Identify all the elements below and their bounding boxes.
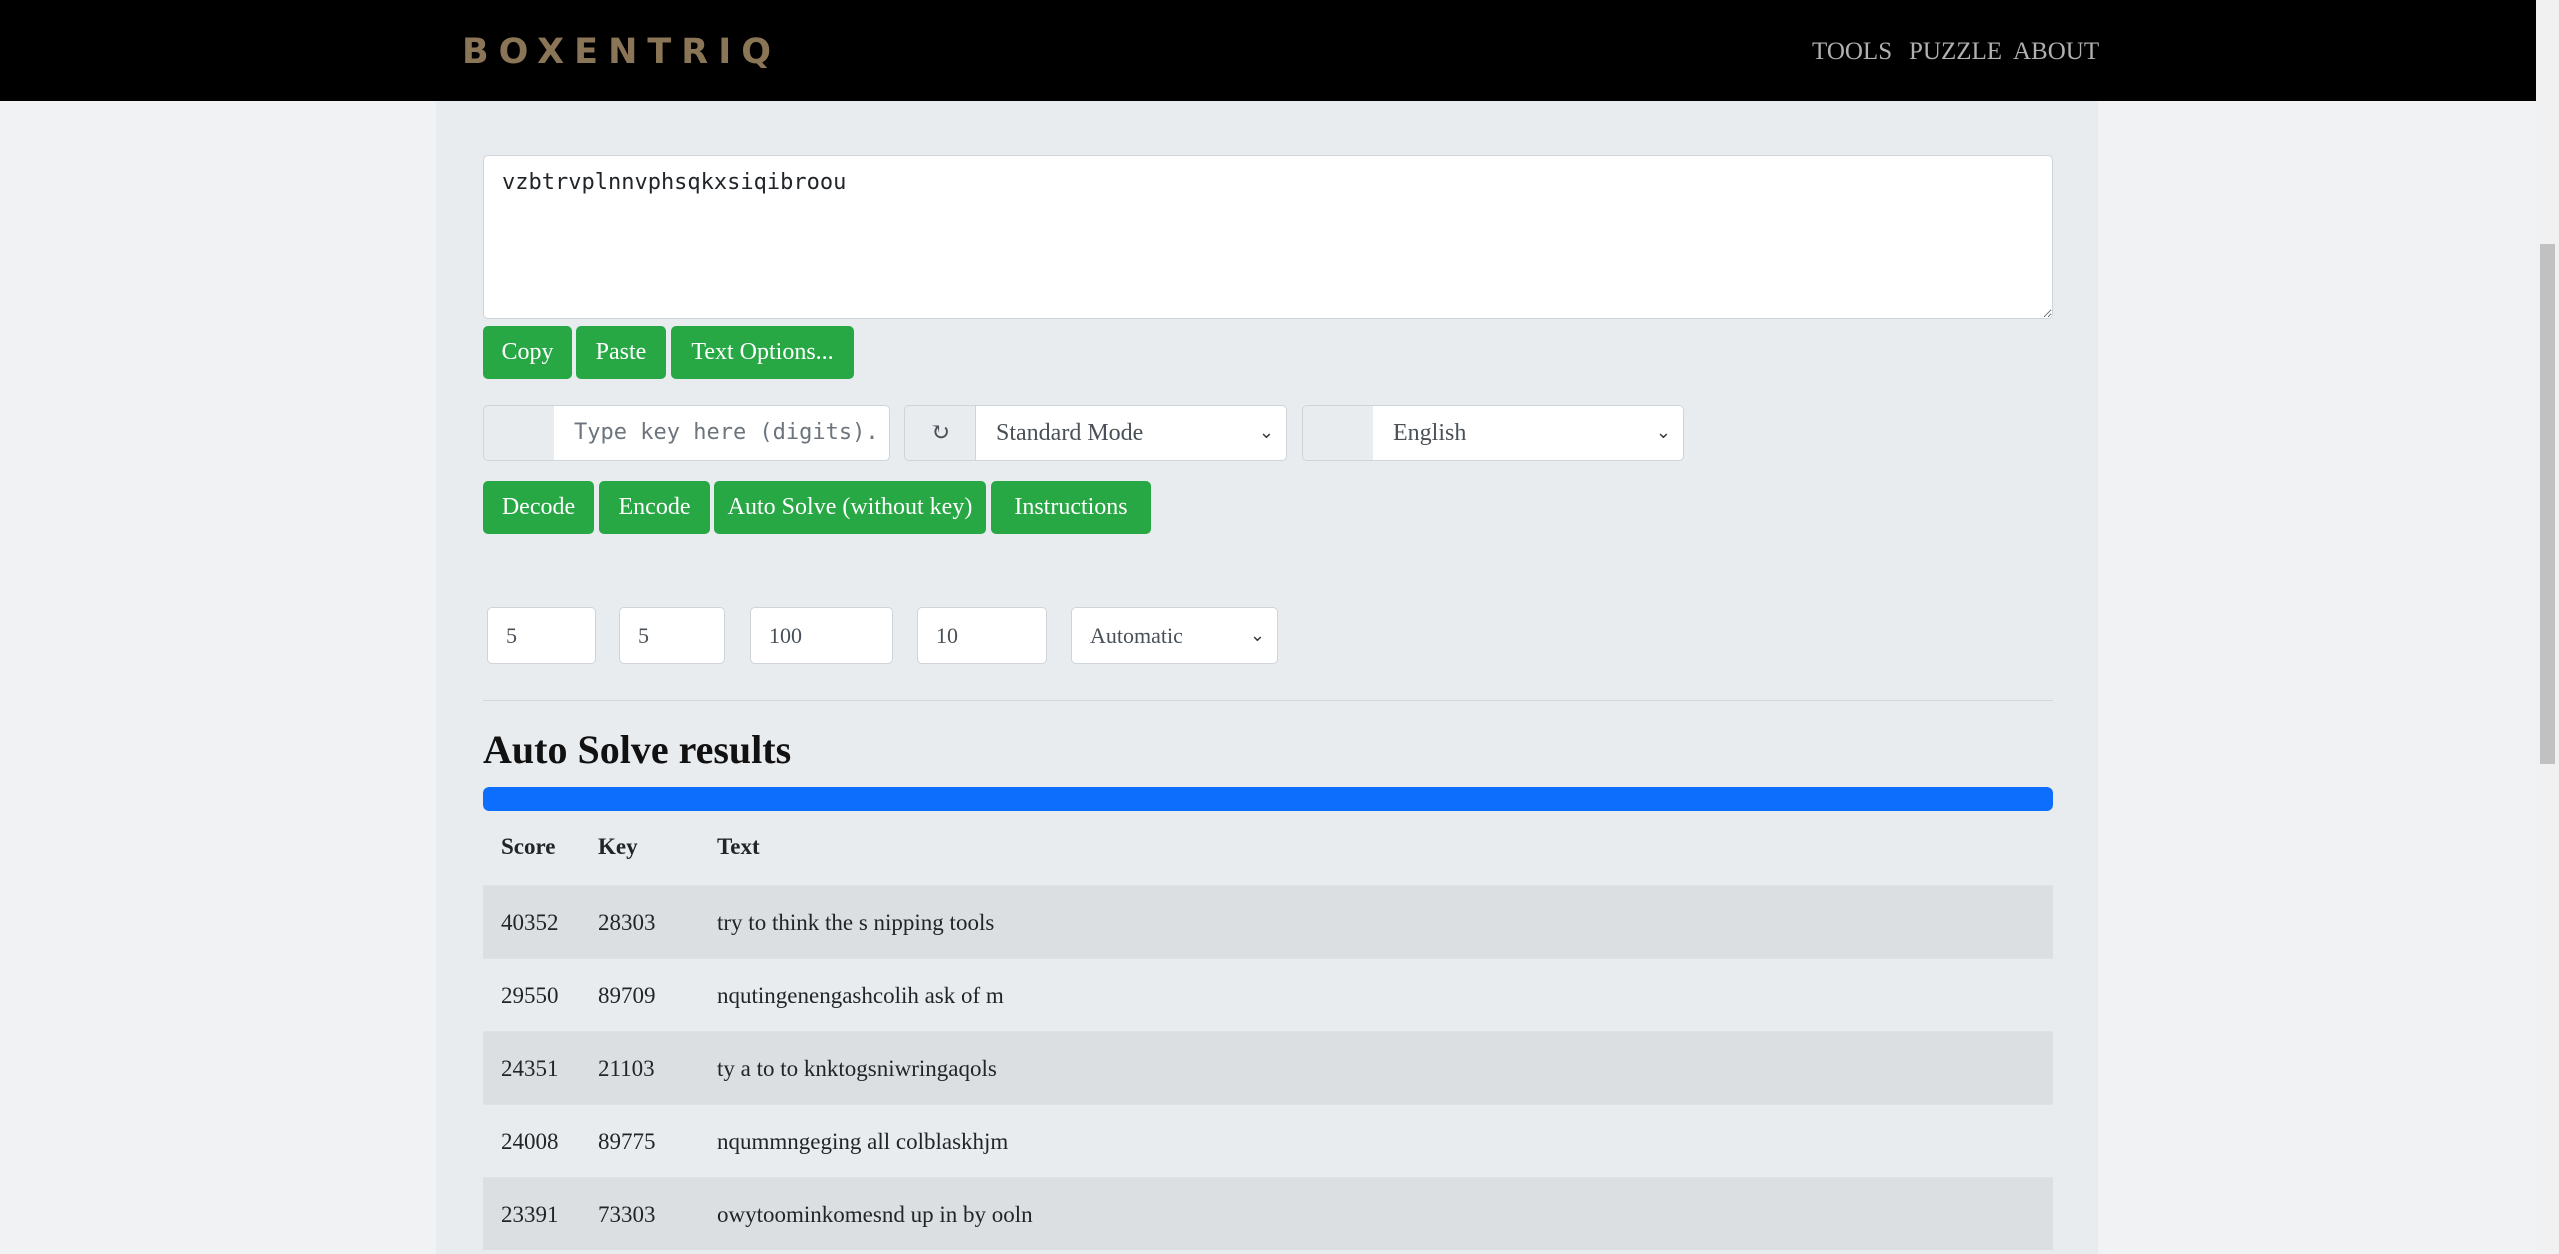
row-text: try to think the s nipping tools	[717, 910, 995, 935]
row-text: nqutingenengashcolih ask of m	[717, 983, 1004, 1008]
nav-link-about[interactable]: ABOUT	[2013, 34, 2099, 70]
table-row[interactable]: 24008 89775 nqummngeging all colblaskhjm	[483, 1104, 2053, 1177]
language-select-value: English	[1393, 420, 1467, 446]
param-input-4[interactable]: 10	[917, 607, 1047, 664]
row-key: 21103	[598, 1056, 655, 1081]
progress-bar	[483, 787, 2053, 811]
param-input-3[interactable]: 100	[750, 607, 893, 664]
row-score: 29550	[501, 983, 559, 1008]
nav-link-puzzle[interactable]: PUZZLE	[1909, 34, 2002, 70]
scrollbar-thumb[interactable]	[2540, 244, 2555, 764]
chevron-down-icon: ⌄	[1249, 625, 1265, 646]
row-text: nqummngeging all colblaskhjm	[717, 1129, 1009, 1154]
row-score: 23391	[501, 1202, 559, 1227]
row-text: ty a to to knktogsniwringaqols	[717, 1056, 997, 1081]
row-score: 40352	[501, 910, 559, 935]
instructions-button[interactable]: Instructions	[991, 481, 1151, 534]
header-score: Score	[501, 834, 556, 859]
header-text: Text	[717, 834, 760, 859]
row-key: 73303	[598, 1202, 656, 1227]
language-addon	[1302, 405, 1374, 461]
mode-select[interactable]: Standard Mode ⌄	[976, 405, 1287, 461]
param-input-1[interactable]: 5	[487, 607, 596, 664]
chevron-down-icon: ⌄	[1655, 422, 1671, 443]
reset-button[interactable]: ↻	[904, 405, 976, 461]
row-score: 24351	[501, 1056, 559, 1081]
mode-select-value: Standard Mode	[996, 420, 1144, 446]
brand-logo[interactable]: BOXENTRIQ	[462, 26, 781, 78]
progress-fill	[483, 787, 2053, 811]
row-score: 24008	[501, 1129, 559, 1154]
auto-solve-button[interactable]: Auto Solve (without key)	[714, 481, 986, 534]
method-select-value: Automatic	[1090, 623, 1183, 648]
language-select[interactable]: English ⌄	[1373, 405, 1684, 461]
table-header: Score Key Text	[483, 812, 2053, 885]
row-text: owytoominkomesnd up in by ooln	[717, 1202, 1033, 1227]
text-options-button[interactable]: Text Options...	[671, 326, 854, 379]
row-key: 89709	[598, 983, 656, 1008]
paste-button[interactable]: Paste	[576, 326, 666, 379]
results-title: Auto Solve results	[483, 727, 792, 772]
table-row[interactable]: 23391 73303 owytoominkomesnd up in by oo…	[483, 1177, 2053, 1250]
table-row[interactable]: 24351 21103 ty a to to knktogsniwringaqo…	[483, 1031, 2053, 1104]
refresh-icon: ↻	[929, 420, 951, 446]
copy-button[interactable]: Copy	[483, 326, 572, 379]
key-addon	[483, 405, 555, 461]
table-row[interactable]: 40352 28303 try to think the s nipping t…	[483, 885, 2053, 958]
method-select[interactable]: Automatic ⌄	[1071, 607, 1278, 664]
header-key: Key	[598, 834, 638, 859]
nav-link-tools[interactable]: TOOLS	[1812, 34, 1892, 70]
chevron-down-icon: ⌄	[1258, 422, 1274, 443]
table-row[interactable]: 29550 89709 nqutingenengashcolih ask of …	[483, 958, 2053, 1031]
key-input[interactable]: Type key here (digits).	[554, 405, 890, 461]
param-input-2[interactable]: 5	[619, 607, 725, 664]
top-navbar: BOXENTRIQ TOOLS PUZZLE ABOUT	[0, 0, 2536, 101]
row-key: 28303	[598, 910, 656, 935]
divider	[483, 700, 2053, 701]
results-table: Score Key Text 40352 28303 try to think …	[483, 812, 2053, 1250]
decode-button[interactable]: Decode	[483, 481, 594, 534]
cipher-text-input[interactable]: vzbtrvplnnvphsqkxsiqibroou	[483, 155, 2053, 319]
encode-button[interactable]: Encode	[599, 481, 710, 534]
row-key: 89775	[598, 1129, 656, 1154]
